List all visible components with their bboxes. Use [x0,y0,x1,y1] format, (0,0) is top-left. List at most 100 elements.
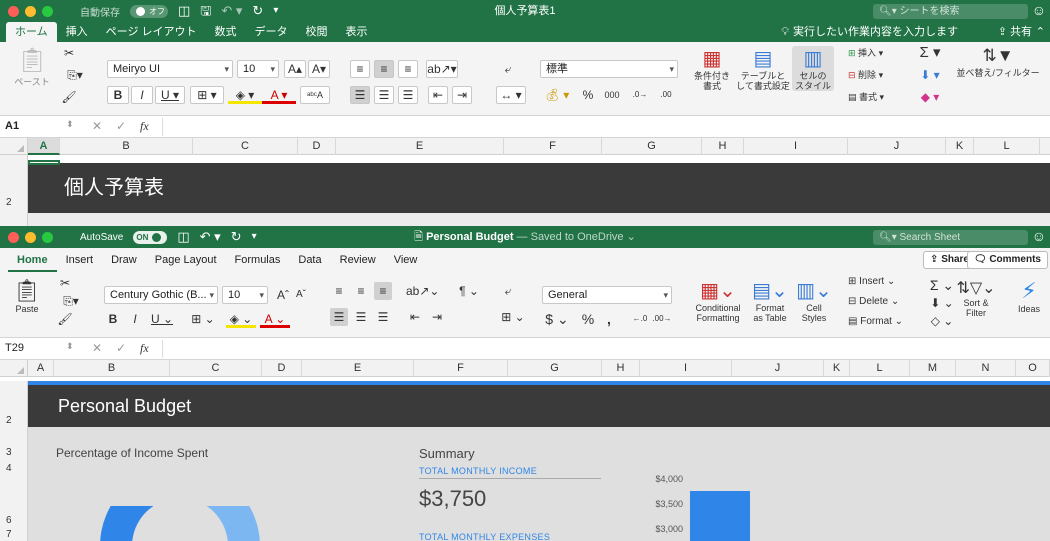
align-right-icon[interactable]: ☰ [398,86,418,104]
decrease-indent-icon[interactable]: ⇤ [428,86,448,104]
search-sheet-input[interactable]: 🔍︎▾ Search Sheet [873,230,1028,245]
row-header[interactable]: 2 [0,197,27,208]
merge-center-icon[interactable]: ⊞ ⌄ [498,308,528,326]
feedback-smiley-icon[interactable]: ☺ [1032,2,1046,18]
select-all-button[interactable] [0,360,28,377]
increase-decimal-icon[interactable]: .0→ [628,86,652,104]
tab-review[interactable]: Review [331,248,385,272]
merge-center-icon[interactable]: ↔ ▾ [496,86,526,104]
column-header[interactable]: D [298,138,336,155]
cut-icon[interactable]: ✂ [60,44,78,62]
tab-insert[interactable]: Insert [57,248,103,272]
tab-view[interactable]: View [385,248,427,272]
column-header[interactable]: J [848,138,946,155]
align-middle-icon[interactable]: ≡ [374,60,394,78]
customize-toolbar-icon[interactable]: ▾ [273,3,278,19]
name-box-stepper-icon[interactable]: ⬍ [66,119,74,130]
autosave-toggle[interactable]: オフ [130,4,168,18]
save-icon[interactable]: 🖫 [200,3,211,19]
format-cells-button[interactable]: ▤ Format ⌄ [848,316,903,327]
borders-icon[interactable]: ⊞ ⌄ [188,310,218,328]
increase-indent-icon[interactable]: ⇥ [428,308,446,326]
copy-icon[interactable]: ⎘▾ [56,292,86,310]
undo-icon[interactable]: ↶ ▾ [200,229,221,245]
minimize-button[interactable] [25,6,36,17]
increase-decimal-icon[interactable]: ←.0 [630,310,650,328]
column-header[interactable]: K [824,360,850,377]
increase-font-icon[interactable]: A▴ [284,60,306,78]
format-as-table-button[interactable]: ▤⌄ Format as Table [746,278,794,323]
insert-function-icon[interactable]: fx [140,119,149,134]
fill-color-icon[interactable]: ◈ ▾ [228,86,262,104]
format-cells-button[interactable]: ▤ 書式 ▾ [848,90,884,103]
undo-icon[interactable]: ↶ ▾ [221,3,242,19]
percent-style-button[interactable]: % [578,86,598,104]
underline-button[interactable]: U ▾ [155,86,185,104]
row-header[interactable]: 4 [0,463,27,474]
italic-button[interactable]: I [131,86,153,104]
column-header[interactable]: L [974,138,1040,155]
column-header[interactable]: M [910,360,956,377]
font-color-icon[interactable]: A ⌄ [260,310,290,328]
decrease-font-icon[interactable]: A▾ [308,60,330,78]
decrease-indent-icon[interactable]: ⇤ [406,308,424,326]
active-cell[interactable] [28,160,60,165]
clear-icon[interactable]: ◇ ⌄ [928,312,956,330]
column-header[interactable]: G [508,360,602,377]
tab-draw[interactable]: Draw [102,248,146,272]
column-header[interactable]: C [193,138,298,155]
column-header[interactable]: L [850,360,910,377]
fill-color-icon[interactable]: ◈ ⌄ [226,310,256,328]
column-header[interactable]: I [640,360,732,377]
paste-button[interactable]: 📋︎ Paste [8,278,46,314]
formula-input[interactable] [162,340,1050,358]
column-header[interactable]: I [744,138,848,155]
orientation-icon[interactable]: ab↗⌄ [406,282,439,300]
enter-icon[interactable]: ✓ [116,341,126,355]
borders-icon[interactable]: ⊞ ▾ [190,86,224,104]
row-header[interactable]: 2 [0,415,27,426]
insert-cells-button[interactable]: ⊞ 挿入 ▾ [848,46,883,59]
customize-toolbar-icon[interactable]: ▾ [252,229,257,245]
decrease-decimal-icon[interactable]: .00 [654,86,678,104]
align-center-icon[interactable]: ☰ [352,308,370,326]
name-box[interactable]: A1 [5,120,19,132]
font-size-select[interactable]: 10 [237,60,279,78]
delete-cells-button[interactable]: ⊟ Delete ⌄ [848,296,899,307]
select-all-button[interactable] [0,138,28,155]
column-header[interactable]: E [336,138,504,155]
minimize-button[interactable] [25,232,36,243]
align-top-icon[interactable]: ≡ [330,282,348,300]
sort-filter-button[interactable]: ⇅▼ 並べ替え/フィルター [950,46,1046,79]
row-header[interactable]: 7 [0,529,27,540]
column-header[interactable]: F [414,360,508,377]
cut-icon[interactable]: ✂ [56,274,74,292]
percent-style-button[interactable]: % [578,310,598,328]
column-header[interactable]: H [702,138,744,155]
font-size-select[interactable]: 10 [222,286,268,304]
fill-icon[interactable]: ⬇ ⌄ [928,294,956,312]
redo-icon[interactable]: ↻ [231,229,242,245]
cell-styles-button[interactable]: ▥⌄ Cell Styles [794,278,834,323]
phonetic-icon[interactable]: ᵃᵇᶜA [300,86,330,104]
wrap-text-icon[interactable]: ⤶ [498,282,518,300]
row-header[interactable]: 3 [0,447,27,458]
decrease-decimal-icon[interactable]: .00→ [652,310,672,328]
autosum-icon[interactable]: Σ ▾ [916,44,944,62]
align-left-icon[interactable]: ☰ [350,86,370,104]
sidebar-icon[interactable]: ◫ [178,3,190,19]
format-painter-icon[interactable]: 🖌︎ [56,310,74,328]
column-header[interactable]: A [28,138,60,155]
delete-cells-button[interactable]: ⊟ 削除 ▾ [848,68,883,81]
comments-button[interactable]: 🗨︎ Comments [966,251,1048,269]
formula-input[interactable] [162,118,1050,136]
format-as-table-button[interactable]: ▤ テーブルと して書式設定 [734,46,792,91]
column-header[interactable]: F [504,138,602,155]
bold-button[interactable]: B [107,86,129,104]
column-header[interactable]: B [60,138,193,155]
number-format-select[interactable]: General [542,286,672,304]
chevron-down-icon[interactable]: ⌄ [627,231,636,243]
align-middle-icon[interactable]: ≡ [352,282,370,300]
comma-style-button[interactable]: 000 [600,86,624,104]
bold-button[interactable]: B [104,310,122,328]
